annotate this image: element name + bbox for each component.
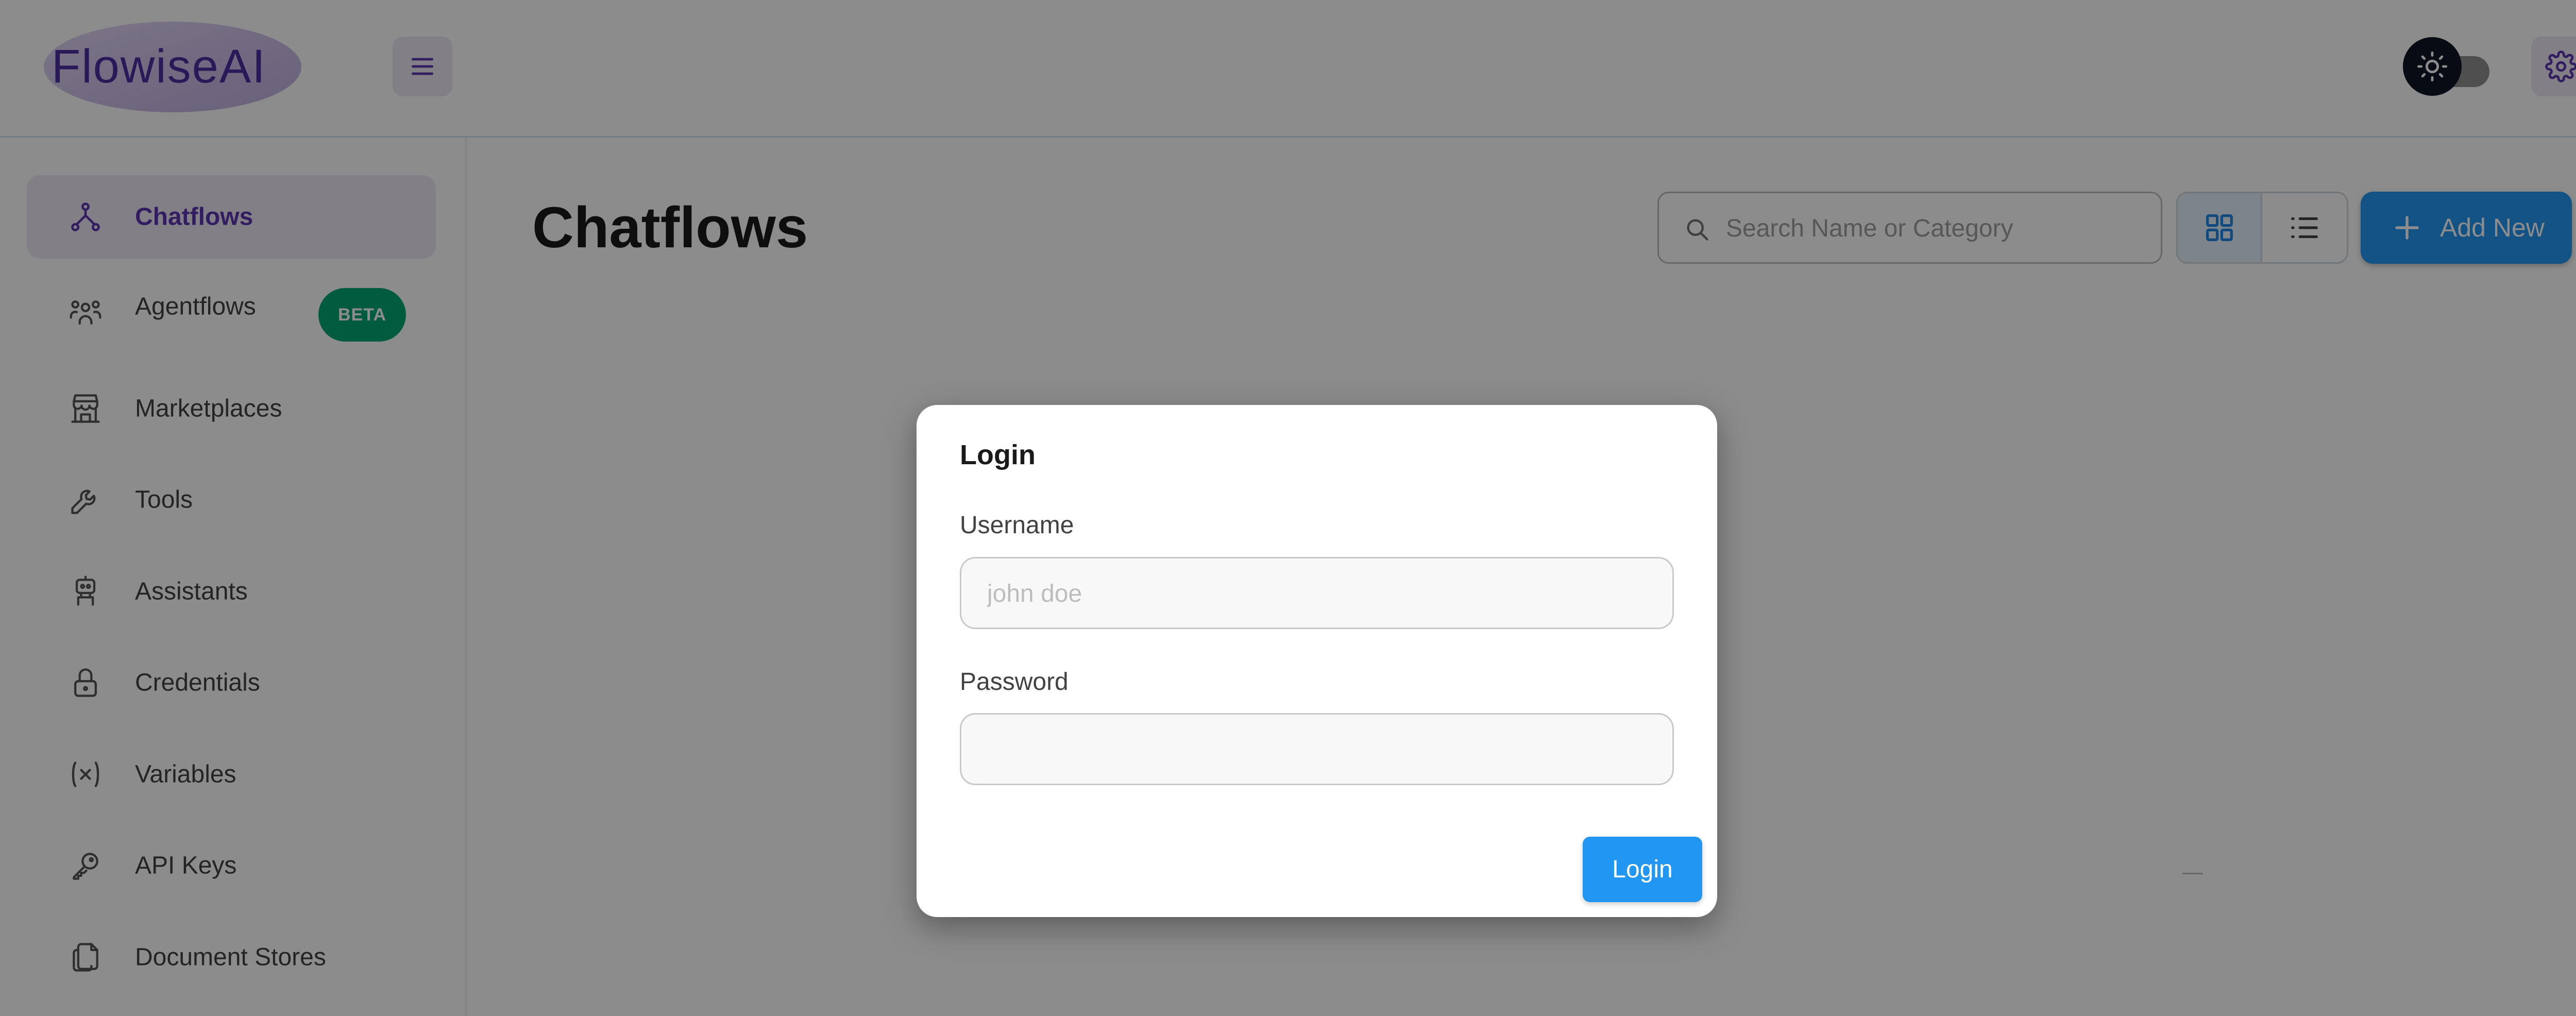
username-label: Username (960, 512, 1074, 539)
password-label: Password (960, 668, 1069, 696)
password-field[interactable] (960, 713, 1674, 785)
password-input[interactable] (986, 715, 1648, 785)
login-button[interactable]: Login (1583, 837, 1702, 902)
username-field[interactable] (960, 557, 1674, 629)
dialog-title: Login (960, 439, 1036, 470)
login-dialog: Login Username Password Login (917, 405, 1717, 917)
username-input[interactable] (986, 558, 1648, 629)
